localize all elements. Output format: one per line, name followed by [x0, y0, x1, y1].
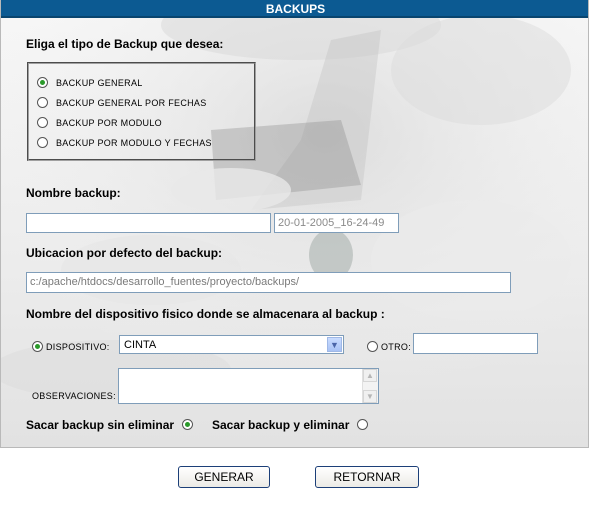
retornar-button[interactable]: RETORNAR — [315, 466, 419, 488]
otro-input[interactable] — [413, 333, 538, 354]
dispositivo-section-label: Nombre del dispositivo fisico donde se a… — [26, 307, 385, 321]
scroll-up-icon[interactable]: ▲ — [363, 369, 377, 382]
nombre-backup-label: Nombre backup: — [26, 186, 121, 200]
observaciones-textarea[interactable]: ▲ ▼ — [118, 368, 379, 404]
observaciones-label: OBSERVACIONES: — [32, 391, 116, 401]
radio-backup-modulo[interactable] — [37, 117, 48, 128]
dispositivo-label: DISPOSITIVO: — [46, 342, 110, 352]
nombre-backup-input[interactable] — [26, 213, 271, 233]
option-label-backup-general: BACKUP GENERAL — [56, 78, 143, 88]
backup-date-field: 20-01-2005_16-24-49 — [274, 213, 399, 233]
observaciones-scrollbar[interactable]: ▲ ▼ — [362, 369, 378, 403]
option-label-backup-modulo: BACKUP POR MODULO — [56, 118, 162, 128]
ubicacion-input: c:/apache/htdocs/desarrollo_fuentes/proy… — [26, 272, 511, 293]
otro-label: OTRO: — [381, 342, 411, 352]
radio-backup-general[interactable] — [37, 77, 48, 88]
generar-button[interactable]: GENERAR — [178, 466, 270, 488]
radio-backup-general-fechas[interactable] — [37, 97, 48, 108]
option-label-backup-modulo-fechas: BACKUP POR MODULO Y FECHAS — [56, 138, 212, 148]
radio-eliminar[interactable] — [357, 419, 368, 430]
backup-type-prompt: Eliga el tipo de Backup que desea: — [26, 37, 224, 51]
ubicacion-label: Ubicacion por defecto del backup: — [26, 246, 223, 260]
radio-sin-eliminar[interactable] — [182, 419, 193, 430]
option-label-backup-general-fechas: BACKUP GENERAL POR FECHAS — [56, 98, 207, 108]
sin-eliminar-label: Sacar backup sin eliminar — [26, 418, 175, 432]
radio-otro[interactable] — [367, 341, 378, 352]
page-title: BACKUPS — [1, 0, 588, 18]
radio-backup-modulo-fechas[interactable] — [37, 137, 48, 148]
scroll-down-icon[interactable]: ▼ — [363, 390, 377, 403]
dispositivo-select[interactable]: CINTA ▼ — [119, 335, 344, 354]
dispositivo-selected-value: CINTA — [124, 339, 157, 351]
chevron-down-icon[interactable]: ▼ — [327, 337, 342, 352]
eliminar-label: Sacar backup y eliminar — [212, 418, 350, 432]
backup-form-panel: BACKUPS Eliga el tipo de Backup que dese… — [0, 0, 589, 448]
radio-dispositivo[interactable] — [32, 341, 43, 352]
